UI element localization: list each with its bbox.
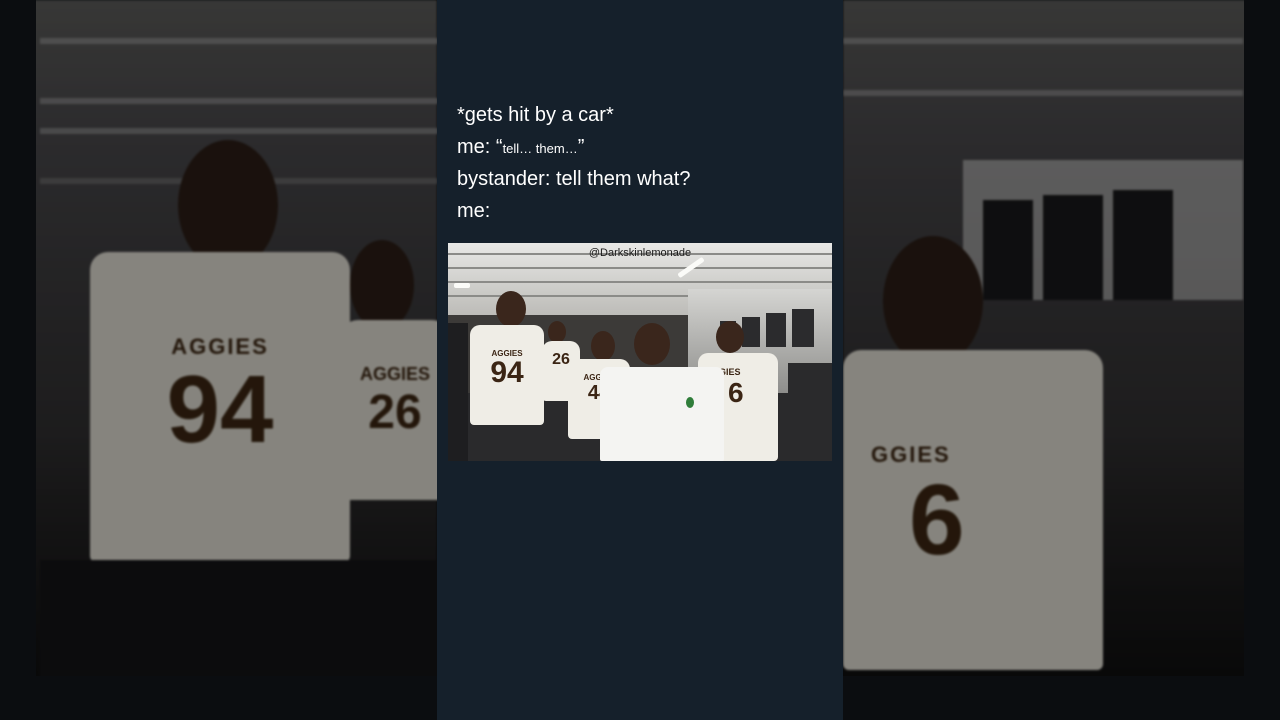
coach-polo: [600, 367, 724, 461]
edge-fade: [1244, 0, 1280, 720]
backdrop-left: AGGIES 94 AGGIES 26: [0, 0, 437, 720]
ceiling-beam: [448, 281, 832, 283]
shadow: [788, 363, 832, 461]
locker: [766, 313, 786, 347]
edge-fade: [843, 676, 1280, 720]
jersey-94: AGGIES 94: [470, 325, 544, 425]
edge-fade: [0, 676, 437, 720]
video-watermark: @Darkskinlemonade: [588, 247, 692, 259]
ceiling-beam: [448, 267, 832, 269]
caption-line-2-small: tell… them…: [502, 140, 578, 156]
player-head: [548, 321, 566, 343]
locker: [742, 317, 760, 347]
shadow: [448, 323, 468, 461]
player-head: [716, 321, 744, 353]
player-head: [591, 331, 615, 361]
coach-head: [634, 323, 670, 365]
ceiling-light: [454, 283, 470, 288]
locker: [792, 309, 814, 347]
caption-line-3: bystander: tell them what?: [457, 168, 691, 190]
team-logo-icon: [686, 397, 694, 408]
meme-video[interactable]: @Darkskinlemonade AGGIES 94 26 AGGIES 44…: [448, 243, 832, 461]
edge-fade: [0, 0, 36, 720]
caption-line-4: me:: [457, 199, 491, 222]
caption-line-2-prefix: me: “: [457, 135, 503, 158]
caption-line-1: *gets hit by a car*: [457, 104, 614, 126]
caption-line-2: me: “tell… them…”: [457, 132, 827, 165]
jersey-number: 94: [490, 356, 524, 389]
backdrop-right: GGIES 6: [843, 0, 1280, 720]
meme-caption: *gets hit by a car* me: “tell… them…” by…: [457, 100, 827, 227]
caption-line-2-suffix: ”: [577, 135, 585, 158]
player-head: [496, 291, 526, 327]
dim-overlay: [843, 0, 1280, 720]
dim-overlay: [0, 0, 437, 720]
meme-post: *gets hit by a car* me: “tell… them…” by…: [437, 0, 843, 720]
